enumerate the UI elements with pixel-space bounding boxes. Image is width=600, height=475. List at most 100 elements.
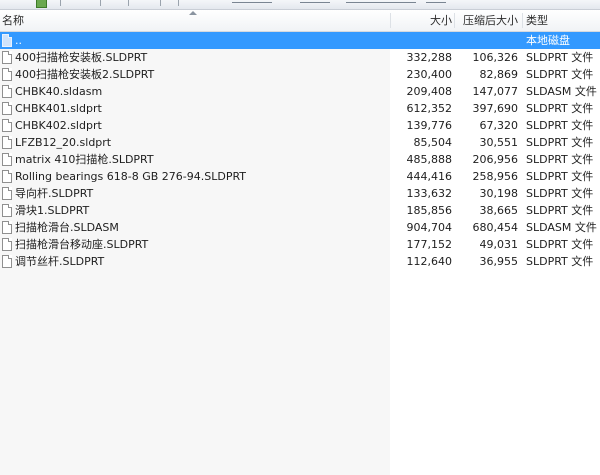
- file-type: SLDPRT 文件: [526, 102, 594, 115]
- file-name: CHBK402.sldprt: [15, 119, 102, 132]
- strip-text-fragment: [232, 2, 272, 3]
- file-name: CHBK401.sldprt: [15, 102, 102, 115]
- file-size: 230,400: [406, 68, 453, 81]
- file-compressed-size: 258,956: [472, 170, 519, 183]
- file-compressed-size: 82,869: [479, 68, 519, 81]
- file-compressed-size: 38,665: [479, 204, 519, 217]
- file-compressed-size: 30,551: [479, 136, 519, 149]
- column-divider[interactable]: [390, 13, 391, 28]
- table-row[interactable]: 导向杆.SLDPRT 133,632 30,198 SLDPRT 文件: [0, 185, 600, 202]
- table-row[interactable]: CHBK402.sldprt 139,776 67,320 SLDPRT 文件: [0, 117, 600, 134]
- file-compressed-size: 30,198: [479, 187, 519, 200]
- file-size: 112,640: [406, 255, 453, 268]
- file-type: SLDASM 文件: [526, 85, 597, 98]
- file-compressed-size: 397,690: [472, 102, 519, 115]
- title-strip: [0, 0, 600, 10]
- strip-divider: [178, 0, 179, 6]
- file-name: CHBK40.sldasm: [15, 85, 103, 98]
- file-compressed-size: 680,454: [472, 221, 519, 234]
- file-type: SLDPRT 文件: [526, 255, 594, 268]
- file-compressed-size: 206,956: [472, 153, 519, 166]
- file-size: 612,352: [406, 102, 453, 115]
- file-size: 485,888: [406, 153, 453, 166]
- column-header-size[interactable]: 大小: [392, 10, 452, 31]
- file-size: 444,416: [406, 170, 453, 183]
- column-header-type[interactable]: 类型: [526, 10, 548, 31]
- file-icon: [2, 85, 12, 98]
- app-icon: [36, 0, 47, 8]
- file-icon: [2, 136, 12, 149]
- file-type: SLDPRT 文件: [526, 51, 594, 64]
- file-type: SLDPRT 文件: [526, 153, 594, 166]
- file-size: [392, 32, 452, 49]
- column-header-compressed-size[interactable]: 压缩后大小: [454, 10, 518, 31]
- table-row[interactable]: CHBK401.sldprt 612,352 397,690 SLDPRT 文件: [0, 100, 600, 117]
- table-row[interactable]: LFZB12_20.sldprt 85,504 30,551 SLDPRT 文件: [0, 134, 600, 151]
- file-size: 904,704: [406, 221, 453, 234]
- file-icon: [2, 102, 12, 115]
- file-icon: [2, 34, 12, 47]
- file-type: SLDPRT 文件: [526, 68, 594, 81]
- file-size: 139,776: [406, 119, 453, 132]
- file-size: 185,856: [406, 204, 453, 217]
- file-size: 332,288: [406, 51, 453, 64]
- strip-divider: [128, 0, 129, 6]
- file-name: LFZB12_20.sldprt: [15, 136, 112, 149]
- column-header-name[interactable]: 名称: [2, 10, 24, 31]
- file-icon: [2, 187, 12, 200]
- file-name: 扫描枪滑台移动座.SLDPRT: [15, 238, 149, 251]
- table-row[interactable]: 调节丝杆.SLDPRT 112,640 36,955 SLDPRT 文件: [0, 253, 600, 270]
- file-icon: [2, 238, 12, 251]
- file-icon: [2, 255, 12, 268]
- file-type: SLDPRT 文件: [526, 204, 594, 217]
- table-row[interactable]: matrix 410扫描枪.SLDPRT 485,888 206,956 SLD…: [0, 151, 600, 168]
- strip-divider: [60, 0, 61, 6]
- file-icon: [2, 170, 12, 183]
- file-type: SLDPRT 文件: [526, 238, 594, 251]
- file-size: 85,504: [413, 136, 453, 149]
- table-row[interactable]: CHBK40.sldasm 209,408 147,077 SLDASM 文件: [0, 83, 600, 100]
- table-row[interactable]: 滑块1.SLDPRT 185,856 38,665 SLDPRT 文件: [0, 202, 600, 219]
- table-row[interactable]: 扫描枪滑台移动座.SLDPRT 177,152 49,031 SLDPRT 文件: [0, 236, 600, 253]
- file-size: 209,408: [406, 85, 453, 98]
- table-row[interactable]: .. 本地磁盘: [0, 32, 600, 49]
- strip-text-fragment: [426, 2, 446, 3]
- file-name: Rolling bearings 618-8 GB 276-94.SLDPRT: [15, 170, 247, 183]
- file-type: SLDPRT 文件: [526, 170, 594, 183]
- file-compressed-size: 67,320: [479, 119, 519, 132]
- file-icon: [2, 221, 12, 234]
- file-type: SLDASM 文件: [526, 221, 597, 234]
- sort-ascending-icon: [189, 11, 197, 15]
- file-name: 400扫描枪安装板.SLDPRT: [15, 51, 148, 64]
- file-type: 本地磁盘: [526, 34, 570, 47]
- file-name: 400扫描枪安装板2.SLDPRT: [15, 68, 155, 81]
- table-row[interactable]: 扫描枪滑台.SLDASM 904,704 680,454 SLDASM 文件: [0, 219, 600, 236]
- strip-text-fragment: [346, 2, 416, 3]
- file-compressed-size: 147,077: [472, 85, 519, 98]
- file-name: matrix 410扫描枪.SLDPRT: [15, 153, 154, 166]
- file-compressed-size: 106,326: [472, 51, 519, 64]
- file-type: SLDPRT 文件: [526, 136, 594, 149]
- file-name: 导向杆.SLDPRT: [15, 187, 94, 200]
- table-row[interactable]: 400扫描枪安装板.SLDPRT 332,288 106,326 SLDPRT …: [0, 49, 600, 66]
- file-icon: [2, 153, 12, 166]
- table-row[interactable]: 400扫描枪安装板2.SLDPRT 230,400 82,869 SLDPRT …: [0, 66, 600, 83]
- file-size: 177,152: [406, 238, 453, 251]
- column-divider[interactable]: [522, 13, 523, 28]
- file-icon: [2, 68, 12, 81]
- file-size: 133,632: [406, 187, 453, 200]
- file-type: SLDPRT 文件: [526, 119, 594, 132]
- strip-text-fragment: [300, 2, 330, 3]
- file-name: 扫描枪滑台.SLDASM: [15, 221, 119, 234]
- file-name: 调节丝杆.SLDPRT: [15, 255, 105, 268]
- table-row[interactable]: Rolling bearings 618-8 GB 276-94.SLDPRT …: [0, 168, 600, 185]
- column-header-bar: 名称 大小 压缩后大小 类型: [0, 10, 600, 32]
- file-name: ..: [15, 34, 22, 47]
- file-icon: [2, 51, 12, 64]
- file-icon: [2, 204, 12, 217]
- strip-divider: [100, 0, 101, 6]
- file-compressed-size: 49,031: [479, 238, 519, 251]
- file-icon: [2, 119, 12, 132]
- strip-divider: [160, 0, 161, 6]
- file-compressed-size: 36,955: [479, 255, 519, 268]
